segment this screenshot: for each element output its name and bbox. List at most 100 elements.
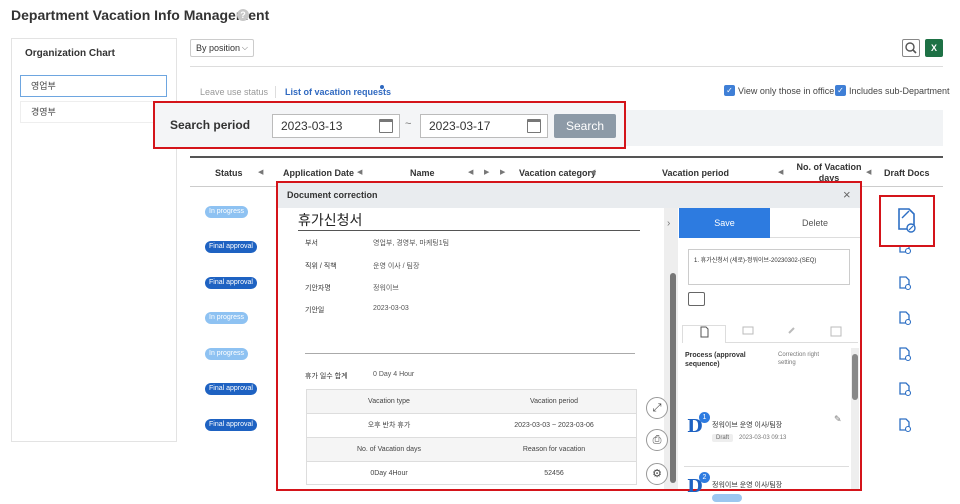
approver-order-badge: 2 [699, 472, 710, 483]
draft-document-icon[interactable] [881, 197, 933, 245]
draft-doc-focus[interactable] [879, 195, 935, 247]
table-cell: 0Day 4Hour [370, 470, 408, 477]
view-by-value: By position [196, 43, 241, 53]
table-cell: 오후 반차 휴가 [367, 422, 411, 429]
org-item-management[interactable]: 경영부 [20, 101, 167, 123]
document-reference-field[interactable]: 1. 휴가신청서 (세로)-정워이브-20230302-(SEQ) [688, 249, 850, 285]
vacation-table: Vacation type Vacation period 오후 반차 휴가 2… [306, 389, 637, 485]
include-sub-label: Includes sub-Department [849, 86, 950, 96]
tab-leave-use-status[interactable]: Leave use status [200, 87, 268, 97]
approver-name: 정워이브 운영 이사/팀장 [712, 422, 783, 429]
include-sub-checkbox[interactable]: ✓ [835, 85, 846, 96]
table-cell: 52456 [544, 470, 564, 477]
field-value: 정워이브 [373, 285, 399, 292]
table-row: No. of Vacation days Reason for vacation [307, 438, 636, 462]
total-days-label: 휴가 일수 합계 [305, 373, 348, 380]
table-cell: Vacation type [368, 398, 410, 405]
correction-right-setting[interactable]: Correction right setting [778, 351, 838, 367]
col-name[interactable]: Name [410, 168, 435, 178]
field-label: 직위 / 직책 [305, 263, 337, 270]
org-item-sales[interactable]: 영업부 [20, 75, 167, 97]
scrollbar-thumb[interactable] [852, 354, 858, 400]
tab-divider [275, 86, 276, 98]
attach-settings-icon[interactable]: ⚙ [646, 463, 668, 485]
sort-icon[interactable]: ▶ [484, 168, 489, 176]
end-date-input[interactable]: 2023-03-17 [420, 114, 548, 138]
tab-attachments[interactable] [770, 325, 814, 343]
field-label: 부서 [305, 240, 318, 247]
approver-order-badge: 1 [699, 412, 710, 423]
calendar-icon [830, 326, 842, 337]
draft-document-icon[interactable] [897, 417, 913, 433]
chevron-right-icon[interactable]: › [667, 218, 670, 229]
start-date-value: 2023-03-13 [281, 119, 343, 133]
sort-icon[interactable]: ◀ [357, 168, 362, 176]
pencil-icon[interactable]: ✎ [834, 414, 842, 425]
view-by-select[interactable]: By position ⌵ [190, 39, 254, 57]
excel-export-button[interactable]: X [925, 39, 943, 57]
page-title: Department Vacation Info Management [11, 7, 270, 23]
tab-vacation-requests[interactable]: List of vacation requests [285, 87, 391, 97]
delete-button[interactable]: Delete [770, 208, 860, 238]
tab-comments[interactable] [726, 325, 770, 343]
close-icon[interactable]: × [843, 187, 851, 202]
end-date-value: 2023-03-17 [429, 119, 491, 133]
modal-header: Document correction × [278, 183, 860, 208]
sort-icon[interactable]: ◀ [590, 168, 595, 176]
search-button[interactable]: Search [554, 114, 616, 138]
col-draft-docs: Draft Docs [884, 168, 930, 178]
modal-title: Document correction [287, 190, 378, 200]
sort-icon[interactable]: ◀ [258, 168, 263, 176]
help-icon[interactable]: ? [237, 9, 249, 21]
tab-history[interactable] [814, 325, 858, 343]
tab-approval-line[interactable] [682, 325, 726, 343]
divider [298, 230, 640, 231]
expand-icon[interactable]: ⤢ [646, 397, 668, 419]
divider [305, 353, 635, 354]
draft-document-icon[interactable] [897, 381, 913, 397]
scrollbar-thumb[interactable] [670, 273, 676, 483]
print-icon[interactable]: ⎙ [646, 429, 668, 451]
sort-icon[interactable]: ◀ [468, 168, 473, 176]
status-badge: Final approval [205, 277, 257, 289]
table-row: 0Day 4Hour 52456 [307, 462, 636, 486]
view-office-checkbox[interactable]: ✓ [724, 85, 735, 96]
draft-document-icon[interactable] [897, 346, 913, 362]
search-period-label: Search period [170, 118, 251, 132]
table-row: 오후 반차 휴가 2023-03-03 ~ 2023-03-06 [307, 414, 636, 438]
col-vacation-category[interactable]: Vacation category [519, 168, 596, 178]
save-button[interactable]: Save [679, 208, 770, 238]
table-cell: Reason for vacation [522, 446, 586, 453]
start-date-input[interactable]: 2023-03-13 [272, 114, 400, 138]
approver-name: 정워이브 운영 이사/팀장 [712, 482, 783, 489]
chevron-down-icon: ⌵ [241, 43, 248, 52]
approver-timestamp: 2023-03-03 09:13 [739, 435, 787, 441]
document-correction-modal: Document correction × 휴가신청서 부서 영업부, 경영부,… [276, 181, 862, 502]
divider [684, 466, 849, 467]
approver-status-badge: Draft [712, 434, 734, 442]
sort-icon[interactable]: ▶ [500, 168, 505, 176]
sort-icon[interactable]: ◀ [778, 168, 783, 176]
search-icon-button[interactable] [902, 39, 920, 57]
sort-icon[interactable]: ◀ [866, 168, 871, 176]
status-badge: In progress [205, 312, 249, 324]
search-period-box: Search period 2023-03-13 ~ 2023-03-17 Se… [153, 101, 626, 149]
status-badge: Final approval [205, 383, 257, 395]
approval-side-panel: Save Delete 1. 휴가신청서 (세로)-정워이브-20230302-… [679, 208, 860, 502]
field-label: 기안자명 [305, 285, 331, 292]
tag-icon[interactable] [688, 292, 705, 306]
field-value: 2023-03-03 [373, 305, 409, 312]
col-application-date[interactable]: Application Date [283, 168, 354, 178]
col-vacation-period[interactable]: Vacation period [662, 168, 729, 178]
view-office-label: View only those in office [738, 86, 835, 96]
draft-document-icon[interactable] [897, 275, 913, 291]
calendar-icon[interactable] [527, 119, 541, 133]
total-days-value: 0 Day 4 Hour [373, 371, 415, 378]
pending-status-indicator [712, 494, 742, 502]
field-label: 기안일 [305, 307, 325, 314]
draft-document-icon[interactable] [897, 310, 913, 326]
field-value: 운영 이사 / 팀장 [373, 263, 420, 270]
table-cell: Vacation period [529, 398, 579, 405]
col-status[interactable]: Status [215, 168, 243, 178]
calendar-icon[interactable] [379, 119, 393, 133]
